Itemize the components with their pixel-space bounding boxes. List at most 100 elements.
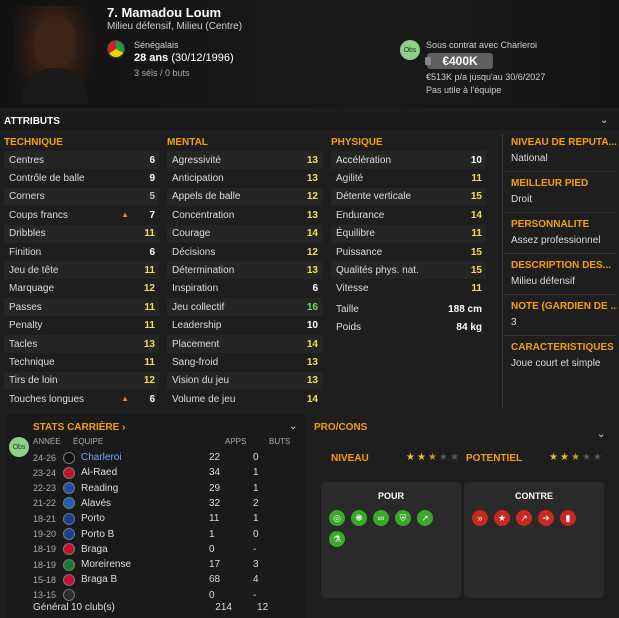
attribute-label: Qualités phys. nat.: [336, 264, 419, 276]
career-apps: 29: [209, 482, 221, 494]
attribute-row[interactable]: Coups francs ▲ 7: [4, 206, 159, 224]
player-name: 7. Mamadou Loum: [107, 5, 222, 20]
attribute-label: Jeu collectif: [172, 301, 225, 313]
career-row[interactable]: 18-19 Moreirense 17 3: [33, 557, 295, 572]
attribute-row[interactable]: Agilité 11: [331, 169, 486, 187]
attribute-row[interactable]: Jeu de tête 11: [4, 261, 159, 280]
attribute-row[interactable]: Leadership 10: [167, 317, 322, 335]
attribute-row[interactable]: Courage 14: [167, 224, 322, 243]
attribute-row[interactable]: Sang-froid 13: [167, 353, 322, 371]
career-row[interactable]: 21-22 Alavés 32 2: [33, 496, 295, 511]
career-club[interactable]: Charleroi: [81, 452, 209, 463]
career-row[interactable]: 22-23 Reading 29 1: [33, 481, 295, 496]
chevron-down-icon[interactable]: ⌄: [600, 116, 610, 126]
attribute-label: Volume de jeu: [172, 393, 236, 405]
trend-arrow-icon: ▲: [121, 210, 129, 220]
boot-icon[interactable]: ↗: [417, 510, 433, 526]
attribute-row[interactable]: Puissance 15: [331, 243, 486, 261]
attribute-row[interactable]: Touches longues ▲ 6: [4, 390, 159, 408]
chevron-down-icon[interactable]: ⌄: [289, 422, 299, 432]
attribute-row[interactable]: Concentration 13: [167, 206, 322, 224]
attribute-row[interactable]: Corners 5: [4, 187, 159, 206]
attribute-row[interactable]: Placement 14: [167, 335, 322, 353]
attribute-label: Placement: [172, 338, 220, 350]
attribute-row[interactable]: Anticipation 13: [167, 169, 322, 187]
attribute-row[interactable]: Détermination 13: [167, 261, 322, 280]
attribute-row[interactable]: Jeu collectif 16: [167, 298, 322, 317]
attribute-row[interactable]: Volume de jeu 14: [167, 390, 322, 408]
trend-icon[interactable]: ↗: [516, 510, 532, 526]
career-club[interactable]: Braga: [81, 544, 209, 555]
target-icon[interactable]: ◎: [329, 510, 345, 526]
attribute-row[interactable]: Passes 11: [4, 298, 159, 317]
career-year: 22-23: [33, 483, 57, 494]
career-goals: 0: [253, 528, 259, 540]
attribute-row[interactable]: Penalty 11: [4, 317, 159, 335]
scout-badge-icon[interactable]: Obs: [400, 40, 420, 60]
attribute-row[interactable]: Accélération 10: [331, 151, 486, 169]
side-section-value: Assez professionnel: [511, 235, 601, 246]
handshake-icon[interactable]: ∞: [373, 510, 389, 526]
career-club[interactable]: Porto B: [81, 529, 209, 540]
attribute-row[interactable]: Endurance 14: [331, 206, 486, 224]
career-club[interactable]: Al-Raed: [81, 467, 209, 478]
attribute-row[interactable]: Équilibre 11: [331, 224, 486, 243]
attribute-label: Agilité: [336, 172, 364, 184]
club-crest-icon: [63, 482, 75, 495]
card-icon[interactable]: ▮: [560, 510, 576, 526]
attribute-row[interactable]: Décisions 12: [167, 243, 322, 261]
side-divider: [505, 335, 617, 336]
career-year: 24-26: [33, 452, 57, 463]
side-section-title: DESCRIPTION DES...: [511, 260, 612, 271]
team-icon[interactable]: ❋: [351, 510, 367, 526]
club-crest-icon: [63, 466, 75, 479]
transfer-value[interactable]: €400K: [425, 53, 493, 69]
attribute-row[interactable]: Agressivité 13: [167, 151, 322, 169]
career-club[interactable]: Reading: [81, 483, 209, 494]
flask-icon[interactable]: ⚗: [329, 531, 345, 547]
career-goals: 1: [253, 513, 259, 525]
career-club[interactable]: Moreirense: [81, 559, 209, 570]
career-apps: 1: [209, 528, 215, 540]
attribute-row[interactable]: Technique 11: [4, 353, 159, 371]
attribute-row[interactable]: Centres 6: [4, 151, 159, 169]
career-row[interactable]: 19-20 Porto B1 0: [33, 527, 295, 542]
attribute-value: 14: [306, 228, 318, 240]
attribute-row[interactable]: Détente verticale 15: [331, 187, 486, 206]
attribute-value: 13: [306, 209, 318, 221]
attribute-value: 12: [306, 246, 318, 258]
career-row[interactable]: 23-24 Al-Raed 34 1: [33, 465, 295, 480]
player-profile-page: 7. Mamadou Loum Milieu défensif, Milieu …: [0, 0, 619, 618]
attribute-label: Contrôle de balle: [9, 172, 85, 184]
career-year: 18-21: [33, 513, 57, 524]
chevron-down-icon[interactable]: ⌄: [597, 430, 607, 440]
attribute-row[interactable]: Contrôle de balle 9: [4, 169, 159, 187]
attribute-row[interactable]: Dribbles 11: [4, 224, 159, 243]
career-club[interactable]: Porto: [81, 513, 209, 524]
attribute-row[interactable]: Tirs de loin 12: [4, 371, 159, 390]
running-icon[interactable]: »: [472, 510, 488, 526]
attribute-row[interactable]: Inspiration 6: [167, 280, 322, 298]
scout-badge-icon[interactable]: Obs: [9, 437, 29, 457]
career-row[interactable]: 24-26 Charleroi 22 0: [33, 450, 295, 465]
attributes-header-bar[interactable]: [0, 112, 619, 130]
attribute-row[interactable]: Finition 6: [4, 243, 159, 261]
career-row[interactable]: 18-21 Porto 11 1: [33, 511, 295, 526]
attribute-row[interactable]: Vitesse 11: [331, 280, 486, 298]
career-row[interactable]: 18-19 Braga 0 -: [33, 542, 295, 557]
career-club[interactable]: Alavés: [81, 498, 209, 509]
side-divider: [505, 171, 617, 172]
career-stats-title[interactable]: STATS CARRIÈRE ›: [33, 422, 125, 433]
career-goals: 1: [253, 482, 259, 494]
speed-icon[interactable]: ➔: [538, 510, 554, 526]
attribute-row[interactable]: Vision du jeu 13: [167, 371, 322, 390]
career-row[interactable]: 15-18 Braga B 68 4: [33, 572, 295, 587]
attribute-row[interactable]: Marquage 12: [4, 280, 159, 298]
career-club[interactable]: Braga B: [81, 574, 209, 585]
attribute-row[interactable]: Tacles 13: [4, 335, 159, 353]
attribute-row[interactable]: Appels de balle 12: [167, 187, 322, 206]
shield-icon[interactable]: ⛨: [395, 510, 411, 526]
star-icon[interactable]: ★: [494, 510, 510, 526]
attribute-label: Endurance: [336, 209, 385, 221]
attribute-row[interactable]: Qualités phys. nat. 15: [331, 261, 486, 280]
